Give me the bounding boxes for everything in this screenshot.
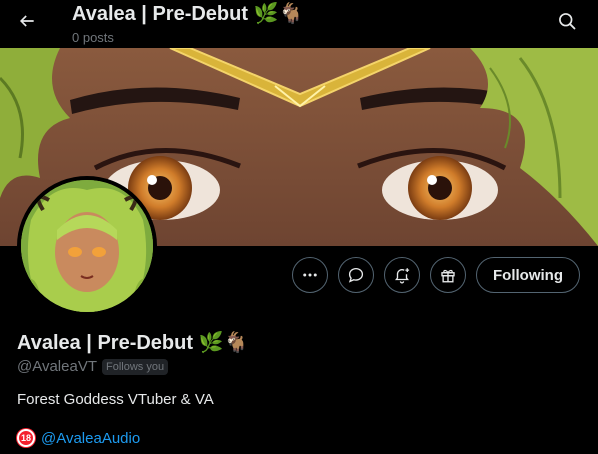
avatar-image <box>21 180 153 312</box>
profile-bio: Forest Goddess VTuber & VA <box>17 391 214 408</box>
linked-account[interactable]: @AvaleaAudio <box>41 430 140 447</box>
notify-button[interactable] <box>384 257 421 293</box>
top-bar: Avalea | Pre-Debut 🌿🐐 0 posts <box>0 0 598 48</box>
profile-handle: @AvaleaVT <box>17 358 97 375</box>
more-button[interactable] <box>292 257 329 293</box>
message-button[interactable] <box>338 257 375 293</box>
profile-actions: Following <box>292 257 580 293</box>
post-count: 0 posts <box>72 30 114 45</box>
bell-plus-icon <box>395 268 410 284</box>
bio-link-row: 18 @AvaleaAudio <box>17 429 140 447</box>
header-title-block: Avalea | Pre-Debut 🌿🐐 0 posts <box>72 2 303 46</box>
age-18-icon: 18 <box>17 429 35 447</box>
header-title: Avalea | Pre-Debut 🌿🐐 <box>72 3 304 25</box>
avatar[interactable] <box>17 176 157 316</box>
message-bubble-icon <box>348 267 364 283</box>
more-horizontal-icon <box>303 273 317 277</box>
handle-row: @AvaleaVT Follows you <box>17 358 169 375</box>
profile-display-name: Avalea | Pre-Debut 🌿🐐 <box>17 332 249 354</box>
back-button[interactable] <box>10 4 44 38</box>
following-button[interactable]: Following <box>476 257 580 293</box>
gift-icon <box>441 269 455 283</box>
follows-you-badge: Follows you <box>102 358 169 375</box>
search-button[interactable] <box>550 4 584 38</box>
search-icon <box>559 13 576 30</box>
arrow-left-icon <box>19 15 34 27</box>
gift-button[interactable] <box>430 257 467 293</box>
